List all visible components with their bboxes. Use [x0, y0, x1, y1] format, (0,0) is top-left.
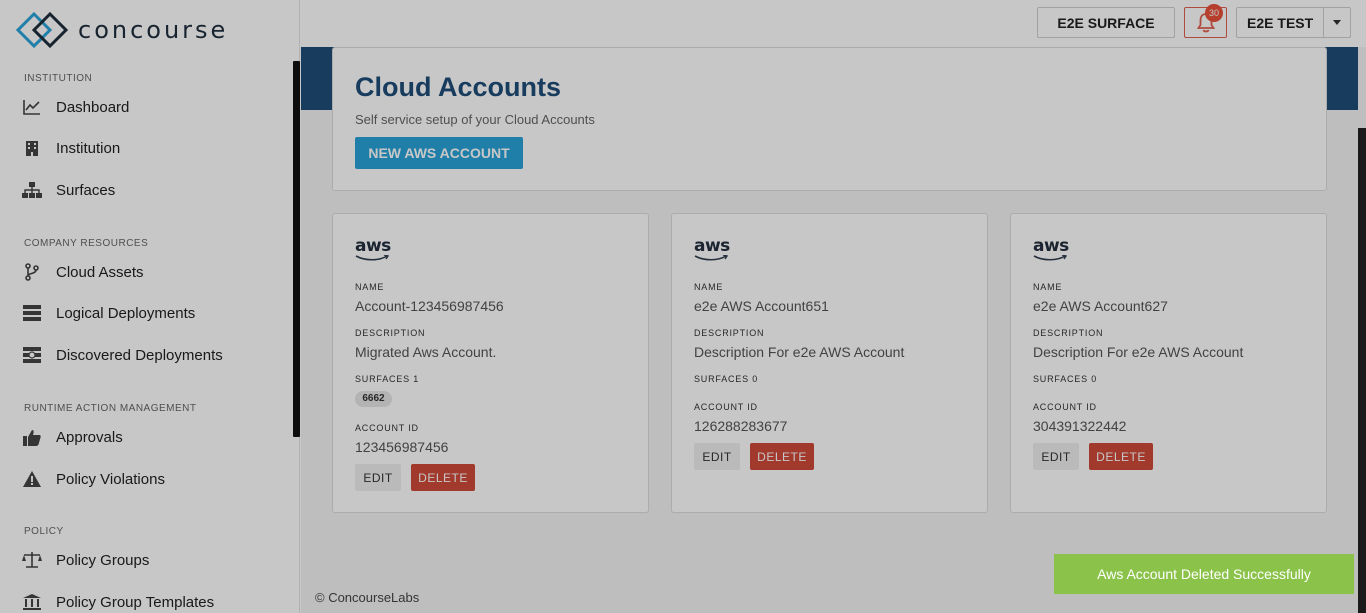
aws-logo-icon: aws	[1033, 238, 1073, 264]
toast-message: Aws Account Deleted Successfully	[1097, 566, 1311, 582]
account-card: aws NAME e2e AWS Account627 DESCRIPTION …	[1010, 213, 1327, 513]
sidebar-item-institution[interactable]: Institution	[22, 136, 120, 160]
description-label: DESCRIPTION	[694, 328, 765, 338]
logo-text: concourse	[78, 16, 229, 44]
sidebar-item-discovered-deployments[interactable]: Discovered Deployments	[22, 343, 223, 367]
success-toast[interactable]: Aws Account Deleted Successfully	[1054, 554, 1354, 594]
sidebar-item-label: Approvals	[56, 428, 123, 446]
account-card: aws NAME e2e AWS Account651 DESCRIPTION …	[671, 213, 988, 513]
page-header-card: Cloud Accounts Self service setup of you…	[332, 47, 1327, 191]
sitemap-icon	[22, 180, 42, 200]
sidebar-item-label: Institution	[56, 139, 121, 157]
account-card: aws NAME Account-123456987456 DESCRIPTIO…	[332, 213, 649, 513]
nav-section-company-resources: COMPANY RESOURCES	[24, 238, 149, 249]
bank-icon	[22, 592, 42, 612]
account-description: Description For e2e AWS Account	[1033, 344, 1244, 360]
surface-selector-label: E2E SURFACE	[1057, 14, 1155, 31]
sidebar-item-label: Logical Deployments	[56, 304, 196, 322]
edit-button[interactable]: EDIT	[694, 443, 740, 470]
account-id: 123456987456	[355, 439, 449, 455]
sidebar-item-surfaces[interactable]: Surfaces	[22, 178, 115, 202]
balance-scale-icon	[22, 550, 42, 570]
thumbs-up-icon	[22, 427, 42, 447]
sidebar-item-label: Discovered Deployments	[56, 346, 223, 364]
building-icon	[22, 138, 42, 158]
description-label: DESCRIPTION	[355, 328, 426, 338]
account-id-label: ACCOUNT ID	[355, 423, 419, 433]
name-label: NAME	[355, 282, 385, 292]
sidebar-item-label: Policy Violations	[56, 470, 165, 488]
sidebar-item-approvals[interactable]: Approvals	[22, 425, 123, 449]
surface-chip: 6662	[355, 391, 392, 407]
page-title: Cloud Accounts	[355, 72, 561, 102]
delete-button[interactable]: DELETE	[750, 443, 814, 470]
footer-copyright: © ConcourseLabs	[315, 590, 420, 605]
sidebar-item-label: Dashboard	[56, 98, 130, 116]
description-label: DESCRIPTION	[1033, 328, 1104, 338]
server-icon	[22, 303, 42, 323]
name-label: NAME	[1033, 282, 1063, 292]
account-name: e2e AWS Account627	[1033, 298, 1168, 314]
account-id: 126288283677	[694, 418, 788, 434]
sidebar-item-label: Policy Group Templates	[56, 593, 215, 611]
edit-button[interactable]: EDIT	[355, 464, 401, 491]
sidebar-item-cloud-assets[interactable]: Cloud Assets	[22, 260, 144, 284]
code-branch-icon	[22, 262, 42, 282]
sidebar: concourse INSTITUTION Dashboard Institut…	[0, 0, 300, 613]
sidebar-item-dashboard[interactable]: Dashboard	[22, 95, 129, 119]
surfaces-label: SURFACES 0	[694, 374, 759, 384]
name-label: NAME	[694, 282, 724, 292]
edit-button[interactable]: EDIT	[1033, 443, 1079, 470]
notifications-button[interactable]: 30	[1184, 4, 1227, 38]
aws-logo-icon: aws	[694, 238, 734, 264]
user-menu[interactable]: E2E TEST	[1236, 7, 1351, 38]
notification-count-badge: 30	[1205, 4, 1223, 22]
app-logo[interactable]: concourse	[16, 12, 228, 48]
warning-icon	[22, 469, 42, 489]
surfaces-label: SURFACES 1	[355, 374, 420, 384]
sidebar-item-policy-groups[interactable]: Policy Groups	[22, 548, 149, 572]
delete-button[interactable]: DELETE	[411, 464, 475, 491]
concourse-logo-icon	[16, 12, 68, 48]
delete-button[interactable]: DELETE	[1089, 443, 1153, 470]
account-name: e2e AWS Account651	[694, 298, 829, 314]
account-description: Description For e2e AWS Account	[694, 344, 905, 360]
user-menu-label: E2E TEST	[1247, 14, 1314, 31]
nav-section-policy: POLICY	[24, 526, 64, 537]
page-scrollbar[interactable]	[1358, 128, 1366, 613]
sidebar-item-label: Surfaces	[56, 181, 116, 199]
nav-section-runtime-action-management: RUNTIME ACTION MANAGEMENT	[24, 403, 197, 414]
surface-selector-button[interactable]: E2E SURFACE	[1037, 7, 1175, 38]
account-id-label: ACCOUNT ID	[1033, 402, 1097, 412]
sidebar-item-label: Cloud Assets	[56, 263, 144, 281]
account-id-label: ACCOUNT ID	[694, 402, 758, 412]
account-id: 304391322442	[1033, 418, 1127, 434]
chart-line-icon	[22, 97, 42, 117]
account-description: Migrated Aws Account.	[355, 344, 497, 360]
sidebar-item-label: Policy Groups	[56, 551, 150, 569]
account-name: Account-123456987456	[355, 298, 504, 314]
sidebar-item-policy-violations[interactable]: Policy Violations	[22, 467, 165, 491]
search-server-icon	[22, 345, 42, 365]
chevron-down-icon[interactable]	[1324, 20, 1350, 25]
page-subtitle: Self service setup of your Cloud Account…	[355, 112, 595, 127]
sidebar-item-policy-group-templates[interactable]: Policy Group Templates	[22, 590, 214, 613]
sidebar-item-logical-deployments[interactable]: Logical Deployments	[22, 301, 195, 325]
nav-section-institution: INSTITUTION	[24, 73, 93, 84]
aws-logo-icon: aws	[355, 238, 395, 264]
sidebar-scrollbar[interactable]	[293, 61, 300, 437]
new-aws-account-button[interactable]: NEW AWS ACCOUNT	[355, 137, 523, 169]
surfaces-label: SURFACES 0	[1033, 374, 1098, 384]
